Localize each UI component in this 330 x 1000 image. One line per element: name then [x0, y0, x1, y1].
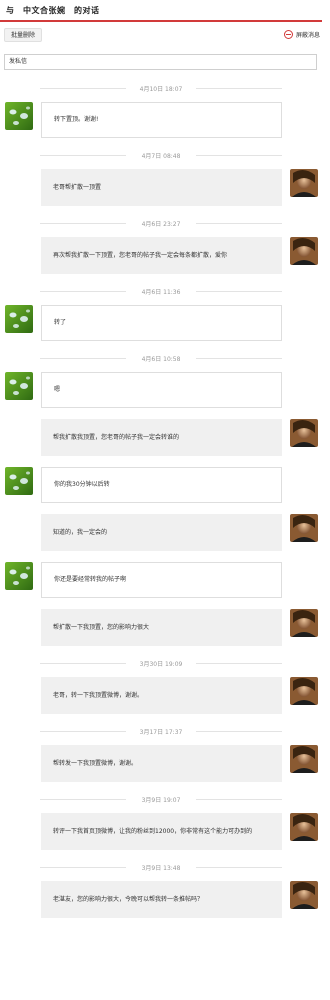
- divider-line: [196, 358, 282, 359]
- sent-message-bubble: 帮我扩散我顶置，您老哥的帖子我一定会转谁的: [41, 419, 282, 456]
- my-avatar[interactable]: [290, 745, 318, 773]
- message-text: 知道的，我一定会的: [53, 528, 108, 536]
- divider-line: [196, 291, 282, 292]
- message-text: 嗯: [54, 386, 61, 393]
- timestamp-divider: 4月6日 23:27: [40, 217, 282, 229]
- divider-line: [196, 731, 282, 732]
- batch-delete-button[interactable]: 批量删除: [4, 28, 43, 42]
- block-messages-link[interactable]: 屏蔽消息: [283, 30, 320, 39]
- message-text: 老哥帮扩散一顶置: [53, 183, 102, 191]
- divider-line: [196, 867, 282, 868]
- received-message-bubble: 你还是要经常转我的帖子啊: [41, 562, 282, 598]
- message-text: 帮转发一下我顶置微博，谢谢。: [53, 759, 138, 767]
- message-text: 你的我30分钟以后转: [54, 481, 110, 488]
- my-avatar[interactable]: [290, 677, 318, 705]
- my-avatar[interactable]: [290, 419, 318, 447]
- contact-avatar[interactable]: [5, 102, 33, 130]
- my-avatar[interactable]: [290, 169, 318, 197]
- block-icon: [283, 30, 293, 39]
- message-text: 帮扩散一下我顶置，您的影响力很大: [53, 623, 150, 631]
- conversation-title: 与 中文合张婉 的对话: [6, 6, 100, 15]
- contact-avatar[interactable]: [5, 372, 33, 400]
- message-text: 转下置顶。谢谢!: [54, 116, 99, 123]
- message-text: 你还是要经常转我的帖子啊: [54, 576, 127, 583]
- conversation-header: 与 中文合张婉 的对话: [0, 0, 322, 22]
- contact-avatar[interactable]: [5, 467, 33, 495]
- message-text: 转评一下我首页顶微博，让我的粉丝到12000，你非常有这个能力可办到的: [53, 827, 253, 835]
- received-message-bubble: 转下置顶。谢谢!: [41, 102, 282, 138]
- my-avatar[interactable]: [290, 514, 318, 542]
- contact-avatar[interactable]: [5, 562, 33, 590]
- timestamp-divider: 3月30日 19:09: [40, 657, 282, 669]
- timestamp-divider: 4月6日 11:36: [40, 285, 282, 297]
- received-message-bubble: 转了: [41, 305, 282, 341]
- contact-avatar[interactable]: [5, 305, 33, 333]
- my-avatar[interactable]: [290, 609, 318, 637]
- timestamp-divider: 3月9日 13:48: [40, 861, 282, 873]
- timestamp-divider: 3月17日 17:37: [40, 725, 282, 737]
- timestamp-divider: 3月9日 19:07: [40, 793, 282, 805]
- sent-message-bubble: 帮扩散一下我顶置，您的影响力很大: [41, 609, 282, 646]
- divider-line: [196, 223, 282, 224]
- sent-message-bubble: 老湛友，您的影响力很大，今晚可以帮我转一条推帖吗？: [41, 881, 282, 918]
- received-message-bubble: 你的我30分钟以后转: [41, 467, 282, 503]
- block-messages-label: 屏蔽消息: [295, 32, 320, 39]
- sent-message-bubble: 老哥，转一下我顶置微博，谢谢。: [41, 677, 282, 714]
- message-text: 老哥，转一下我顶置微博，谢谢。: [53, 691, 144, 699]
- divider-line: [196, 799, 282, 800]
- my-avatar[interactable]: [290, 237, 318, 265]
- sent-message-bubble: 老哥帮扩散一顶置: [41, 169, 282, 206]
- sent-message-bubble: 帮转发一下我顶置微博，谢谢。: [41, 745, 282, 782]
- message-text: 再次帮我扩散一下顶置，您老哥的帖子我一定会每条都扩散，爱你: [53, 251, 228, 259]
- timestamp-divider: 4月7日 08:48: [40, 149, 282, 161]
- sent-message-bubble: 知道的，我一定会的: [41, 514, 282, 551]
- timestamp-divider: 4月6日 10:58: [40, 352, 282, 364]
- sent-message-bubble: 再次帮我扩散一下顶置，您老哥的帖子我一定会每条都扩散，爱你: [41, 237, 282, 274]
- message-text: 转了: [54, 319, 67, 326]
- message-text: 老湛友，您的影响力很大，今晚可以帮我转一条推帖吗？: [53, 895, 204, 903]
- message-input[interactable]: 发私信: [4, 54, 317, 70]
- received-message-bubble: 嗯: [41, 372, 282, 408]
- my-avatar[interactable]: [290, 813, 318, 841]
- timestamp-divider: 4月10日 18:07: [40, 82, 282, 94]
- my-avatar[interactable]: [290, 881, 318, 909]
- toolbar: 批量删除 屏蔽消息: [0, 22, 330, 52]
- divider-line: [196, 663, 282, 664]
- divider-line: [196, 155, 282, 156]
- sent-message-bubble: 转评一下我首页顶微博，让我的粉丝到12000，你非常有这个能力可办到的: [41, 813, 282, 850]
- message-text: 帮我扩散我顶置，您老哥的帖子我一定会转谁的: [53, 433, 180, 441]
- divider-line: [196, 88, 282, 89]
